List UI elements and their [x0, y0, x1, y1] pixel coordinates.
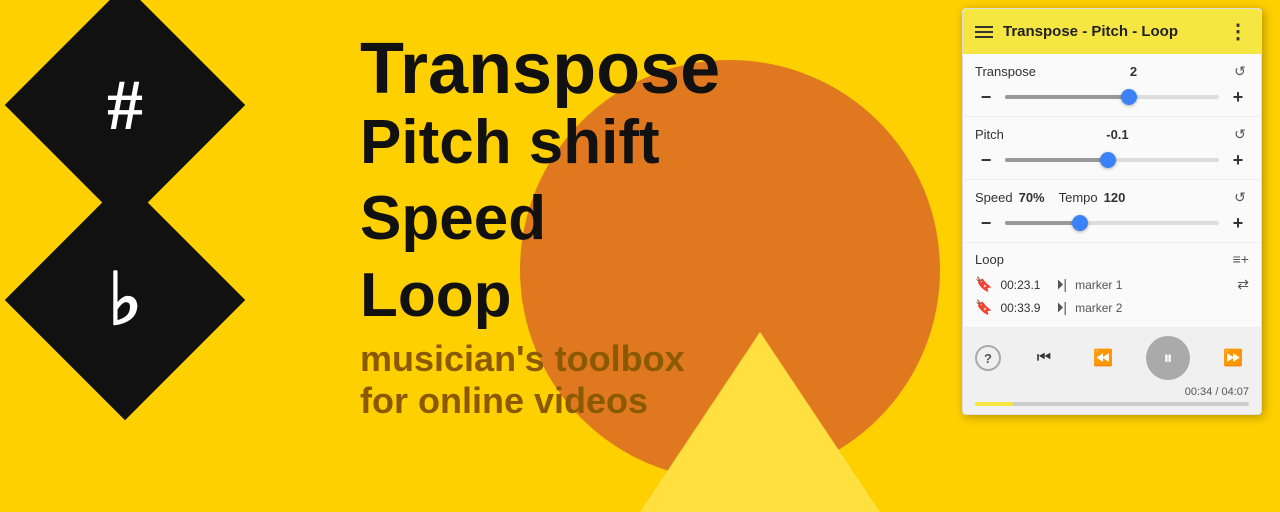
panel-title: Transpose - Pitch - Loop — [1003, 23, 1178, 40]
speed-label: Speed — [975, 190, 1013, 205]
tempo-value: 120 — [1104, 190, 1126, 205]
speed-slider-row: − + — [975, 212, 1249, 234]
speed-value: 70% — [1019, 190, 1045, 205]
transpose-reset-button[interactable]: ↺ — [1231, 62, 1249, 80]
skip-to-start-button[interactable]: ⏮ — [1028, 342, 1060, 374]
pitch-reset-button[interactable]: ↺ — [1231, 125, 1249, 143]
panel-header: Transpose - Pitch - Loop ⋮ — [963, 9, 1261, 54]
loop-time-1: 00:23.1 — [1000, 278, 1048, 292]
speed-slider-track[interactable] — [1005, 221, 1219, 225]
loop-item-1: 🔖 00:23.1 ⏵| marker 1 ⇄ — [975, 273, 1249, 296]
transpose-slider-row: − + — [975, 86, 1249, 108]
speed-minus-button[interactable]: − — [975, 212, 997, 234]
transpose-header-row: Transpose 2 ↺ — [975, 62, 1249, 80]
progress-bar-track[interactable] — [975, 402, 1249, 406]
play-from-button-2[interactable]: ⏵| — [1056, 299, 1067, 316]
player-section: ? ⏮ ⏪ ⏸ ⏩ 00:34 / 04:07 — [963, 328, 1261, 414]
pitch-header-row: Pitch -0.1 ↺ — [975, 125, 1249, 143]
tempo-label: Tempo — [1059, 190, 1098, 205]
transpose-pitch-loop-panel: Transpose - Pitch - Loop ⋮ Transpose 2 ↺… — [962, 8, 1262, 415]
hero-title-line1: Transpose — [360, 30, 720, 109]
pitch-slider-track[interactable] — [1005, 158, 1219, 162]
pitch-section: Pitch -0.1 ↺ − + — [963, 117, 1261, 180]
speed-slider-thumb[interactable] — [1072, 215, 1088, 231]
icons-area: # ♭ — [40, 20, 210, 385]
list-add-icon: ≡+ — [1233, 251, 1249, 267]
pitch-label: Pitch — [975, 127, 1004, 142]
loop-actions-1: ⇄ — [1237, 276, 1249, 293]
loop-header: Loop ≡+ — [975, 251, 1249, 267]
progress-bar-fill — [975, 402, 1013, 406]
loop-item-2: 🔖 00:33.9 ⏵| marker 2 — [975, 296, 1249, 319]
pitch-value: -0.1 — [1004, 127, 1231, 142]
loop-repeat-button[interactable]: ⇄ — [1237, 276, 1249, 293]
pause-button[interactable]: ⏸ — [1146, 336, 1190, 380]
add-loop-button[interactable]: ≡+ — [1233, 251, 1249, 267]
hero-title-line4: Loop — [360, 262, 720, 330]
transpose-label: Transpose — [975, 64, 1036, 79]
panel-body: Transpose 2 ↺ − + Pitch -0.1 ↺ − — [963, 54, 1261, 328]
transpose-section: Transpose 2 ↺ − + — [963, 54, 1261, 117]
total-time: 04:07 — [1221, 386, 1249, 398]
flat-symbol: ♭ — [108, 264, 142, 336]
transpose-minus-button[interactable]: − — [975, 86, 997, 108]
loop-marker-name-2: marker 2 — [1075, 301, 1249, 315]
transpose-slider-fill — [1005, 95, 1129, 99]
loop-marker-name-1: marker 1 — [1075, 278, 1229, 292]
speed-label-row: Speed 70% Tempo 120 — [975, 190, 1125, 205]
sharp-symbol: # — [107, 69, 143, 141]
transpose-slider-track[interactable] — [1005, 95, 1219, 99]
flat-diamond-icon: ♭ — [5, 180, 245, 420]
transpose-plus-button[interactable]: + — [1227, 86, 1249, 108]
pitch-minus-button[interactable]: − — [975, 149, 997, 171]
pitch-plus-button[interactable]: + — [1227, 149, 1249, 171]
hamburger-menu-icon[interactable] — [975, 26, 993, 38]
time-display: 00:34 / 04:07 — [1185, 386, 1249, 398]
loop-time-2: 00:33.9 — [1000, 301, 1048, 315]
play-from-button-1[interactable]: ⏵| — [1056, 276, 1067, 293]
transpose-slider-thumb[interactable] — [1121, 89, 1137, 105]
player-controls: ? ⏮ ⏪ ⏸ ⏩ — [975, 336, 1249, 380]
hero-title-line2: Pitch shift — [360, 109, 720, 177]
help-button[interactable]: ? — [975, 345, 1001, 371]
speed-header-row: Speed 70% Tempo 120 ↺ — [975, 188, 1249, 206]
transpose-value: 2 — [1036, 64, 1231, 79]
bookmark-icon-1[interactable]: 🔖 — [975, 276, 992, 293]
current-time: 00:34 — [1185, 386, 1213, 398]
more-options-icon[interactable]: ⋮ — [1228, 19, 1249, 44]
rewind-button[interactable]: ⏪ — [1087, 342, 1119, 374]
loop-section: Loop ≡+ 🔖 00:23.1 ⏵| marker 1 ⇄ 🔖 00:33.… — [963, 243, 1261, 328]
hero-text-area: Transpose Pitch shift Speed Loop musicia… — [360, 30, 720, 422]
speed-reset-button[interactable]: ↺ — [1231, 188, 1249, 206]
speed-slider-fill — [1005, 221, 1080, 225]
loop-label: Loop — [975, 252, 1004, 267]
pitch-slider-row: − + — [975, 149, 1249, 171]
pitch-slider-fill — [1005, 158, 1108, 162]
speed-section: Speed 70% Tempo 120 ↺ − + — [963, 180, 1261, 243]
pitch-slider-thumb[interactable] — [1100, 152, 1116, 168]
bookmark-icon-2[interactable]: 🔖 — [975, 299, 992, 316]
speed-plus-button[interactable]: + — [1227, 212, 1249, 234]
progress-bar-area: 00:34 / 04:07 — [975, 386, 1249, 398]
fast-forward-button[interactable]: ⏩ — [1217, 342, 1249, 374]
hero-tagline: musician's toolbox for online videos — [360, 338, 720, 422]
hero-title-line3: Speed — [360, 185, 720, 253]
panel-header-left: Transpose - Pitch - Loop — [975, 23, 1178, 40]
